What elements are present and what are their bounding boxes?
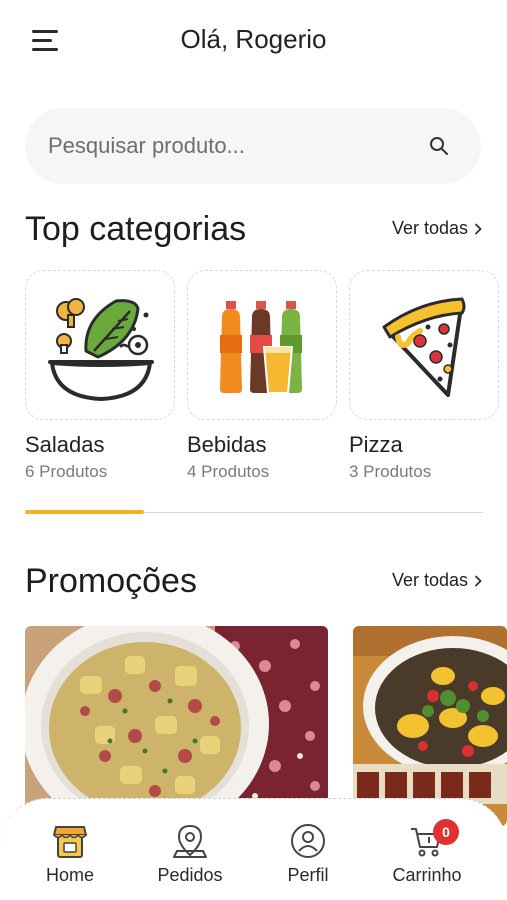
promotions-see-all-link[interactable]: Ver todas	[392, 570, 482, 591]
map-pin-icon	[173, 824, 207, 858]
category-count-saladas: 6 Produtos	[25, 462, 108, 481]
greeting-title: Olá, Rogerio	[180, 24, 327, 54]
chevron-right-icon	[474, 574, 482, 587]
category-card-saladas[interactable]	[25, 270, 175, 420]
categories-title: Top categorias	[25, 210, 247, 248]
category-count-pizza: 3 Produtos	[349, 462, 432, 481]
category-count-bebidas: 4 Produtos	[187, 462, 270, 481]
chevron-right-icon	[474, 222, 482, 235]
pizza-icon	[382, 297, 466, 397]
categories-see-all-label: Ver todas	[391, 218, 468, 238]
promo-card-2[interactable]	[353, 626, 507, 826]
category-name-pizza: Pizza	[349, 432, 403, 457]
category-card-bebidas[interactable]	[187, 270, 337, 420]
promotions-see-all-label: Ver todas	[391, 570, 468, 590]
promo-card-1[interactable]	[25, 626, 328, 826]
cart-count-badge: 0	[433, 819, 459, 845]
nav-item-perfil[interactable]: Perfil	[258, 823, 358, 886]
promotions-title: Promoções	[25, 562, 197, 600]
category-name-saladas: Saladas	[25, 432, 105, 457]
category-card-pizza[interactable]	[349, 270, 499, 420]
search-icon[interactable]	[429, 136, 449, 156]
octopus-potato-salad-photo	[25, 626, 328, 826]
bottom-navigation: Home Pedidos Perfil 0 Carrinho	[0, 798, 507, 900]
nav-label-home: Home	[45, 865, 94, 885]
app-header: Olá, Rogerio	[0, 0, 507, 84]
nav-item-pedidos[interactable]: Pedidos	[140, 823, 240, 886]
nav-label-perfil: Perfil	[287, 865, 329, 885]
search-bar	[25, 108, 481, 184]
nav-label-pedidos: Pedidos	[157, 865, 223, 885]
categories-see-all-link[interactable]: Ver todas	[392, 218, 482, 239]
search-input[interactable]	[48, 128, 418, 164]
nav-item-carrinho[interactable]: 0 Carrinho	[377, 819, 477, 886]
nav-item-home[interactable]: Home	[20, 823, 120, 886]
nav-label-carrinho: Carrinho	[392, 865, 462, 885]
category-name-bebidas: Bebidas	[187, 432, 267, 457]
grilled-vegetables-plate-photo	[353, 626, 507, 826]
drinks-icon	[220, 301, 302, 394]
store-icon	[53, 826, 87, 858]
salad-icon	[48, 298, 154, 401]
category-scroll-indicator	[25, 510, 144, 514]
user-icon	[291, 824, 325, 858]
